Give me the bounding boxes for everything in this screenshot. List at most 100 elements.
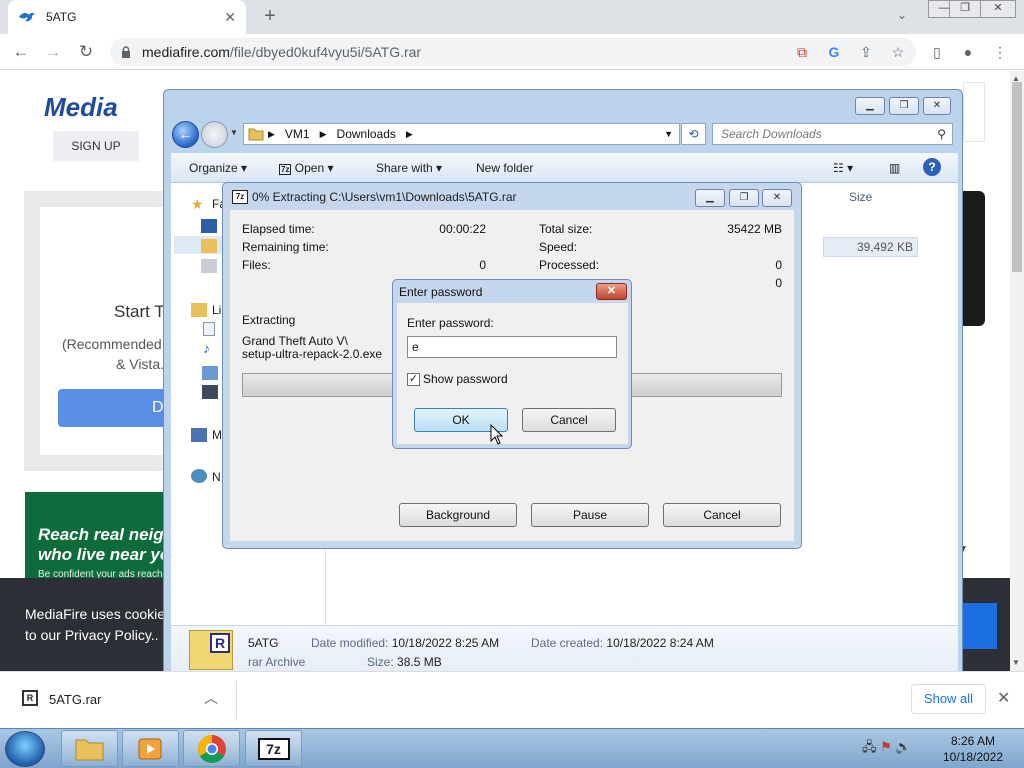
- detail-date-created: Date created: 10/18/2022 8:24 AM: [531, 636, 714, 650]
- password-cancel-button[interactable]: Cancel: [522, 408, 616, 432]
- total-size-value: 35422 MB: [727, 222, 782, 236]
- detail-date-modified: Date modified: 10/18/2022 8:25 AM: [311, 636, 500, 650]
- pause-button[interactable]: Pause: [531, 503, 649, 527]
- sevenzip-close-button[interactable]: ✕: [762, 189, 792, 207]
- column-header-size[interactable]: Size: [849, 190, 872, 204]
- processed-label: Processed:: [539, 258, 600, 272]
- remaining-label: Remaining time:: [242, 240, 329, 254]
- refresh-icon[interactable]: ⟲: [681, 123, 706, 145]
- password-input[interactable]: [407, 336, 617, 358]
- nav-libraries[interactable]: Li: [212, 303, 221, 317]
- address-dropdown-icon[interactable]: ▼: [664, 129, 673, 139]
- recommended-text: (Recommended & Vista.: [62, 334, 164, 374]
- sevenzip-cancel-button[interactable]: Cancel: [663, 503, 781, 527]
- network-tray-icon[interactable]: 🖧: [862, 739, 877, 754]
- download-bar-close-icon[interactable]: ✕: [997, 688, 1010, 708]
- popup-blocked-icon[interactable]: ⧉: [792, 43, 812, 63]
- computer-icon: [191, 428, 207, 442]
- help-icon[interactable]: ?: [923, 158, 941, 176]
- explorer-close-button[interactable]: ✕: [923, 97, 951, 115]
- nav-network[interactable]: N: [212, 470, 221, 484]
- search-placeholder: Search Downloads: [721, 127, 822, 141]
- videos-icon[interactable]: [202, 385, 218, 399]
- documents-icon[interactable]: [203, 322, 215, 336]
- taskbar-clock[interactable]: 8:26 AM 10/18/2022: [940, 733, 1006, 765]
- tab-close-icon[interactable]: ✕: [224, 9, 236, 26]
- system-tray: 🖧 ⚑ 🔊: [862, 738, 912, 760]
- password-close-button[interactable]: ✕: [596, 283, 627, 300]
- scroll-up-icon[interactable]: ▲: [1012, 74, 1020, 83]
- taskbar-media-player-button[interactable]: [122, 730, 179, 767]
- sevenzip-title-text: 0% Extracting C:\Users\vm1\Downloads\5AT…: [252, 190, 517, 204]
- new-tab-button[interactable]: +: [258, 5, 282, 29]
- mediafire-logo[interactable]: Media: [44, 92, 118, 123]
- signup-button[interactable]: SIGN UP: [53, 131, 139, 161]
- chrome-menu-icon[interactable]: ⋮: [990, 43, 1010, 63]
- recent-pages-icon[interactable]: ▼: [230, 128, 238, 137]
- background-button[interactable]: Background: [399, 503, 517, 527]
- forward-arrow-icon[interactable]: →: [42, 42, 64, 64]
- cookie-accept-button[interactable]: [963, 603, 997, 649]
- desktop-icon[interactable]: [201, 219, 217, 233]
- preview-pane-icon[interactable]: ▥: [889, 161, 900, 175]
- network-icon: [191, 469, 207, 483]
- elapsed-label: Elapsed time:: [242, 222, 315, 236]
- taskbar-chrome-button[interactable]: [183, 730, 240, 767]
- bookmark-star-icon[interactable]: ☆: [888, 43, 908, 63]
- explorer-forward-button[interactable]: [201, 121, 228, 148]
- processed-value: 0: [775, 258, 782, 272]
- explorer-search-input[interactable]: Search Downloads ⚲: [712, 123, 953, 145]
- download-file-name[interactable]: 5ATG.rar: [49, 692, 102, 707]
- scrollbar-thumb[interactable]: [1012, 82, 1022, 272]
- file-row-5atg-size[interactable]: 39,492 KB: [823, 237, 918, 257]
- google-translate-icon[interactable]: G: [824, 43, 844, 63]
- total-size-label: Total size:: [539, 222, 593, 236]
- show-password-label[interactable]: Show password: [423, 372, 508, 386]
- share-with-menu[interactable]: Share with ▾: [376, 161, 442, 175]
- cookie-text: MediaFire uses cookies to our Privacy Po…: [25, 604, 172, 646]
- explorer-restore-button[interactable]: ❐: [889, 97, 919, 115]
- scroll-down-icon[interactable]: ▼: [1012, 658, 1020, 667]
- windows-start-button[interactable]: [5, 731, 45, 767]
- taskbar-explorer-button[interactable]: [61, 730, 118, 767]
- address-part-downloads[interactable]: Downloads: [337, 127, 396, 141]
- download-button[interactable]: D: [58, 389, 170, 427]
- side-panel-icon[interactable]: ▯: [927, 43, 947, 63]
- close-button[interactable]: ✕: [980, 0, 1016, 18]
- search-icon: ⚲: [937, 127, 946, 141]
- right-dark-panel: [963, 191, 985, 326]
- show-password-checkbox[interactable]: ✓: [407, 373, 420, 386]
- organize-menu[interactable]: Organize ▾: [189, 161, 247, 175]
- pictures-icon[interactable]: [202, 366, 218, 380]
- explorer-address-bar[interactable]: ▶ VM1 ▶ Downloads ▶ ▼: [243, 123, 680, 145]
- sevenzip-restore-button[interactable]: ❐: [729, 189, 759, 207]
- new-folder-button[interactable]: New folder: [476, 161, 533, 175]
- tab-search-icon[interactable]: ⌄: [897, 8, 907, 22]
- download-separator: [236, 681, 237, 719]
- profile-avatar-icon[interactable]: ●: [958, 43, 978, 63]
- explorer-minimize-button[interactable]: ▁: [855, 97, 885, 115]
- nav-computer[interactable]: M: [212, 428, 222, 442]
- show-all-button[interactable]: Show all: [911, 684, 986, 714]
- reload-icon[interactable]: ↻: [75, 42, 97, 64]
- address-part-vm1[interactable]: VM1: [285, 127, 310, 141]
- restore-button[interactable]: ❐: [949, 0, 981, 18]
- right-panel: [963, 82, 985, 142]
- action-center-icon[interactable]: ⚑: [880, 739, 892, 754]
- sevenzip-small-icon: 7z: [279, 164, 292, 175]
- open-menu[interactable]: 7z Open ▾: [279, 161, 334, 175]
- share-icon[interactable]: ⇪: [856, 43, 876, 63]
- sevenzip-minimize-button[interactable]: ▁: [695, 189, 725, 207]
- files-value: 0: [479, 258, 486, 272]
- url-host: mediafire.com: [142, 44, 230, 60]
- download-options-chevron-icon[interactable]: ︿: [204, 688, 218, 708]
- taskbar-7zip-button[interactable]: 7z: [245, 730, 302, 767]
- volume-icon[interactable]: 🔊: [895, 739, 911, 754]
- view-options-icon[interactable]: ☷ ▾: [833, 161, 853, 175]
- music-icon[interactable]: ♪: [203, 340, 210, 356]
- explorer-back-button[interactable]: ←: [172, 121, 199, 148]
- ad-headline-2: who live near yo: [38, 545, 171, 564]
- back-arrow-icon[interactable]: ←: [10, 42, 32, 64]
- recent-places-icon[interactable]: [201, 259, 217, 273]
- browser-tab[interactable]: 5ATG ✕: [8, 0, 246, 34]
